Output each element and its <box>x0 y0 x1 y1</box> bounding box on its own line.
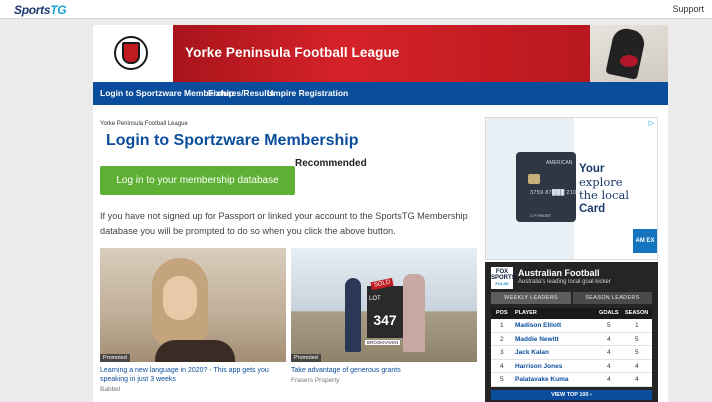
row-goals: 5 <box>607 322 611 329</box>
banner-player-image <box>590 25 668 82</box>
sold-sign: 347 <box>367 286 403 338</box>
support-link[interactable]: Support <box>672 4 704 14</box>
table-row[interactable]: 3 Jack Kalan 4 5 <box>491 346 652 360</box>
league-logo[interactable] <box>114 36 148 70</box>
league-logo-box <box>93 25 173 82</box>
person-figure <box>345 278 361 352</box>
row-pos: 5 <box>500 376 504 383</box>
table-row[interactable]: 5 Palatavake Kuma 4 4 <box>491 373 652 387</box>
promo-source: Frasers Property <box>291 377 340 384</box>
card-name: C F FROST <box>530 213 552 218</box>
col-pos: POS <box>496 310 508 316</box>
promo-caption[interactable]: Take advantage of generous grants <box>291 366 477 375</box>
row-season: 5 <box>635 349 639 356</box>
card-brand-text: AMERICAN <box>546 160 573 166</box>
row-pos: 1 <box>500 322 504 329</box>
amex-logo: AM EX <box>633 229 657 253</box>
fox-logo-bottom: PULSE <box>495 281 509 286</box>
lot-label: LOT <box>369 296 381 302</box>
sign-brand: BROOKHAVEN <box>365 340 401 345</box>
league-title: Yorke Peninsula Football League <box>185 45 400 60</box>
card-number: 3759 87███ 21007 <box>530 190 584 196</box>
row-player[interactable]: Maddie Newitt <box>515 336 559 343</box>
row-pos: 2 <box>500 335 504 343</box>
table-row[interactable]: 1 Madison Elliott 5 1 <box>491 319 652 333</box>
fox-sports-logo: FOX SPORTS PULSE <box>491 267 516 289</box>
breadcrumb[interactable]: Yorke Peninsula Football League <box>100 121 188 127</box>
ad-line-2: explore <box>579 175 623 189</box>
person-figure <box>403 274 425 352</box>
view-top-100-button[interactable]: VIEW TOP 100 › <box>491 390 652 400</box>
row-player[interactable]: Jack Kalan <box>515 349 549 356</box>
col-season: SEASON <box>625 310 649 316</box>
col-goals: GOALS <box>599 310 619 316</box>
membership-login-button[interactable]: Log in to your membership database <box>100 166 295 195</box>
nav-item-umpire[interactable]: Umpire Registration <box>267 88 348 98</box>
row-season: 1 <box>635 322 639 329</box>
promoted-badge: Promoted <box>291 354 321 362</box>
promo-caption[interactable]: Learning a new language in 2020? - This … <box>100 366 286 384</box>
promo-card[interactable]: Promoted Learning a new language in 2020… <box>100 248 286 393</box>
player-figure <box>605 26 647 80</box>
promo-card[interactable]: 347 SOLD LOT BROOKHAVEN Promoted Take ad… <box>291 248 477 384</box>
main-nav: Login to Sportzware Membership Fixtures/… <box>93 82 668 105</box>
ad-line-1: Your <box>579 163 605 175</box>
row-pos: 3 <box>500 349 504 356</box>
woman-shirt <box>155 340 235 362</box>
row-pos: 4 <box>500 362 504 370</box>
ad-copy: Your explore the local Card <box>579 162 629 216</box>
col-player: PLAYER <box>515 310 537 316</box>
ad-line-3: the local <box>579 188 630 202</box>
row-season: 4 <box>635 376 639 383</box>
table-row[interactable]: 4 Harrison Jones 4 4 <box>491 360 652 373</box>
promo-image[interactable]: 347 SOLD LOT BROOKHAVEN Promoted <box>291 248 477 362</box>
widget-title: Australian Football <box>518 268 600 278</box>
row-season: 4 <box>635 362 639 370</box>
tab-season-leaders[interactable]: SEASON LEADERS <box>573 292 652 304</box>
table-header: POS PLAYER GOALS SEASON <box>491 308 652 319</box>
promoted-badge: Promoted <box>100 354 130 362</box>
leaders-table: POS PLAYER GOALS SEASON 1 Madison Elliot… <box>491 308 652 387</box>
brand-text-a: Sports <box>14 3 51 17</box>
nav-item-fixtures[interactable]: Fixtures/Results <box>208 88 274 98</box>
page-title: Login to Sportzware Membership <box>106 132 359 149</box>
table-row[interactable]: 2 Maddie Newitt 4 5 <box>491 333 652 346</box>
brand-text-b: TG <box>50 3 67 17</box>
row-goals: 4 <box>607 376 611 383</box>
top-bar: SportsTG Support <box>0 0 712 19</box>
row-goals: 4 <box>607 335 611 343</box>
row-season: 5 <box>635 335 639 343</box>
promo-image[interactable]: Promoted <box>100 248 286 362</box>
ad-line-4: Card <box>579 203 606 215</box>
football-icon <box>620 55 638 67</box>
row-goals: 4 <box>607 362 611 370</box>
row-goals: 4 <box>607 349 611 356</box>
row-player[interactable]: Palatavake Kuma <box>515 376 568 383</box>
recommended-label: Recommended <box>295 158 367 169</box>
woman-face <box>163 276 197 320</box>
card-chip-icon <box>528 174 540 184</box>
tab-weekly-leaders[interactable]: WEEKLY LEADERS <box>491 292 571 304</box>
info-text: If you have not signed up for Passport o… <box>100 211 468 236</box>
promo-source: Babbel <box>100 386 121 393</box>
row-player[interactable]: Madison Elliott <box>515 322 561 329</box>
fox-logo-top: FOX SPORTS <box>491 269 516 281</box>
goal-kicker-widget: FOX SPORTS PULSE Australian Football Aust… <box>485 262 658 402</box>
sportstg-logo[interactable]: SportsTG <box>14 3 67 17</box>
adchoices-icon[interactable]: ▷ <box>649 119 654 127</box>
row-player[interactable]: Harrison Jones <box>515 363 562 370</box>
league-banner: Yorke Peninsula Football League <box>93 25 668 82</box>
widget-subtitle: Australia's leading local goal kicker <box>518 279 611 285</box>
amex-advertisement[interactable]: AMERICAN 3759 87███ 21007 C F FROST Your… <box>485 117 658 260</box>
